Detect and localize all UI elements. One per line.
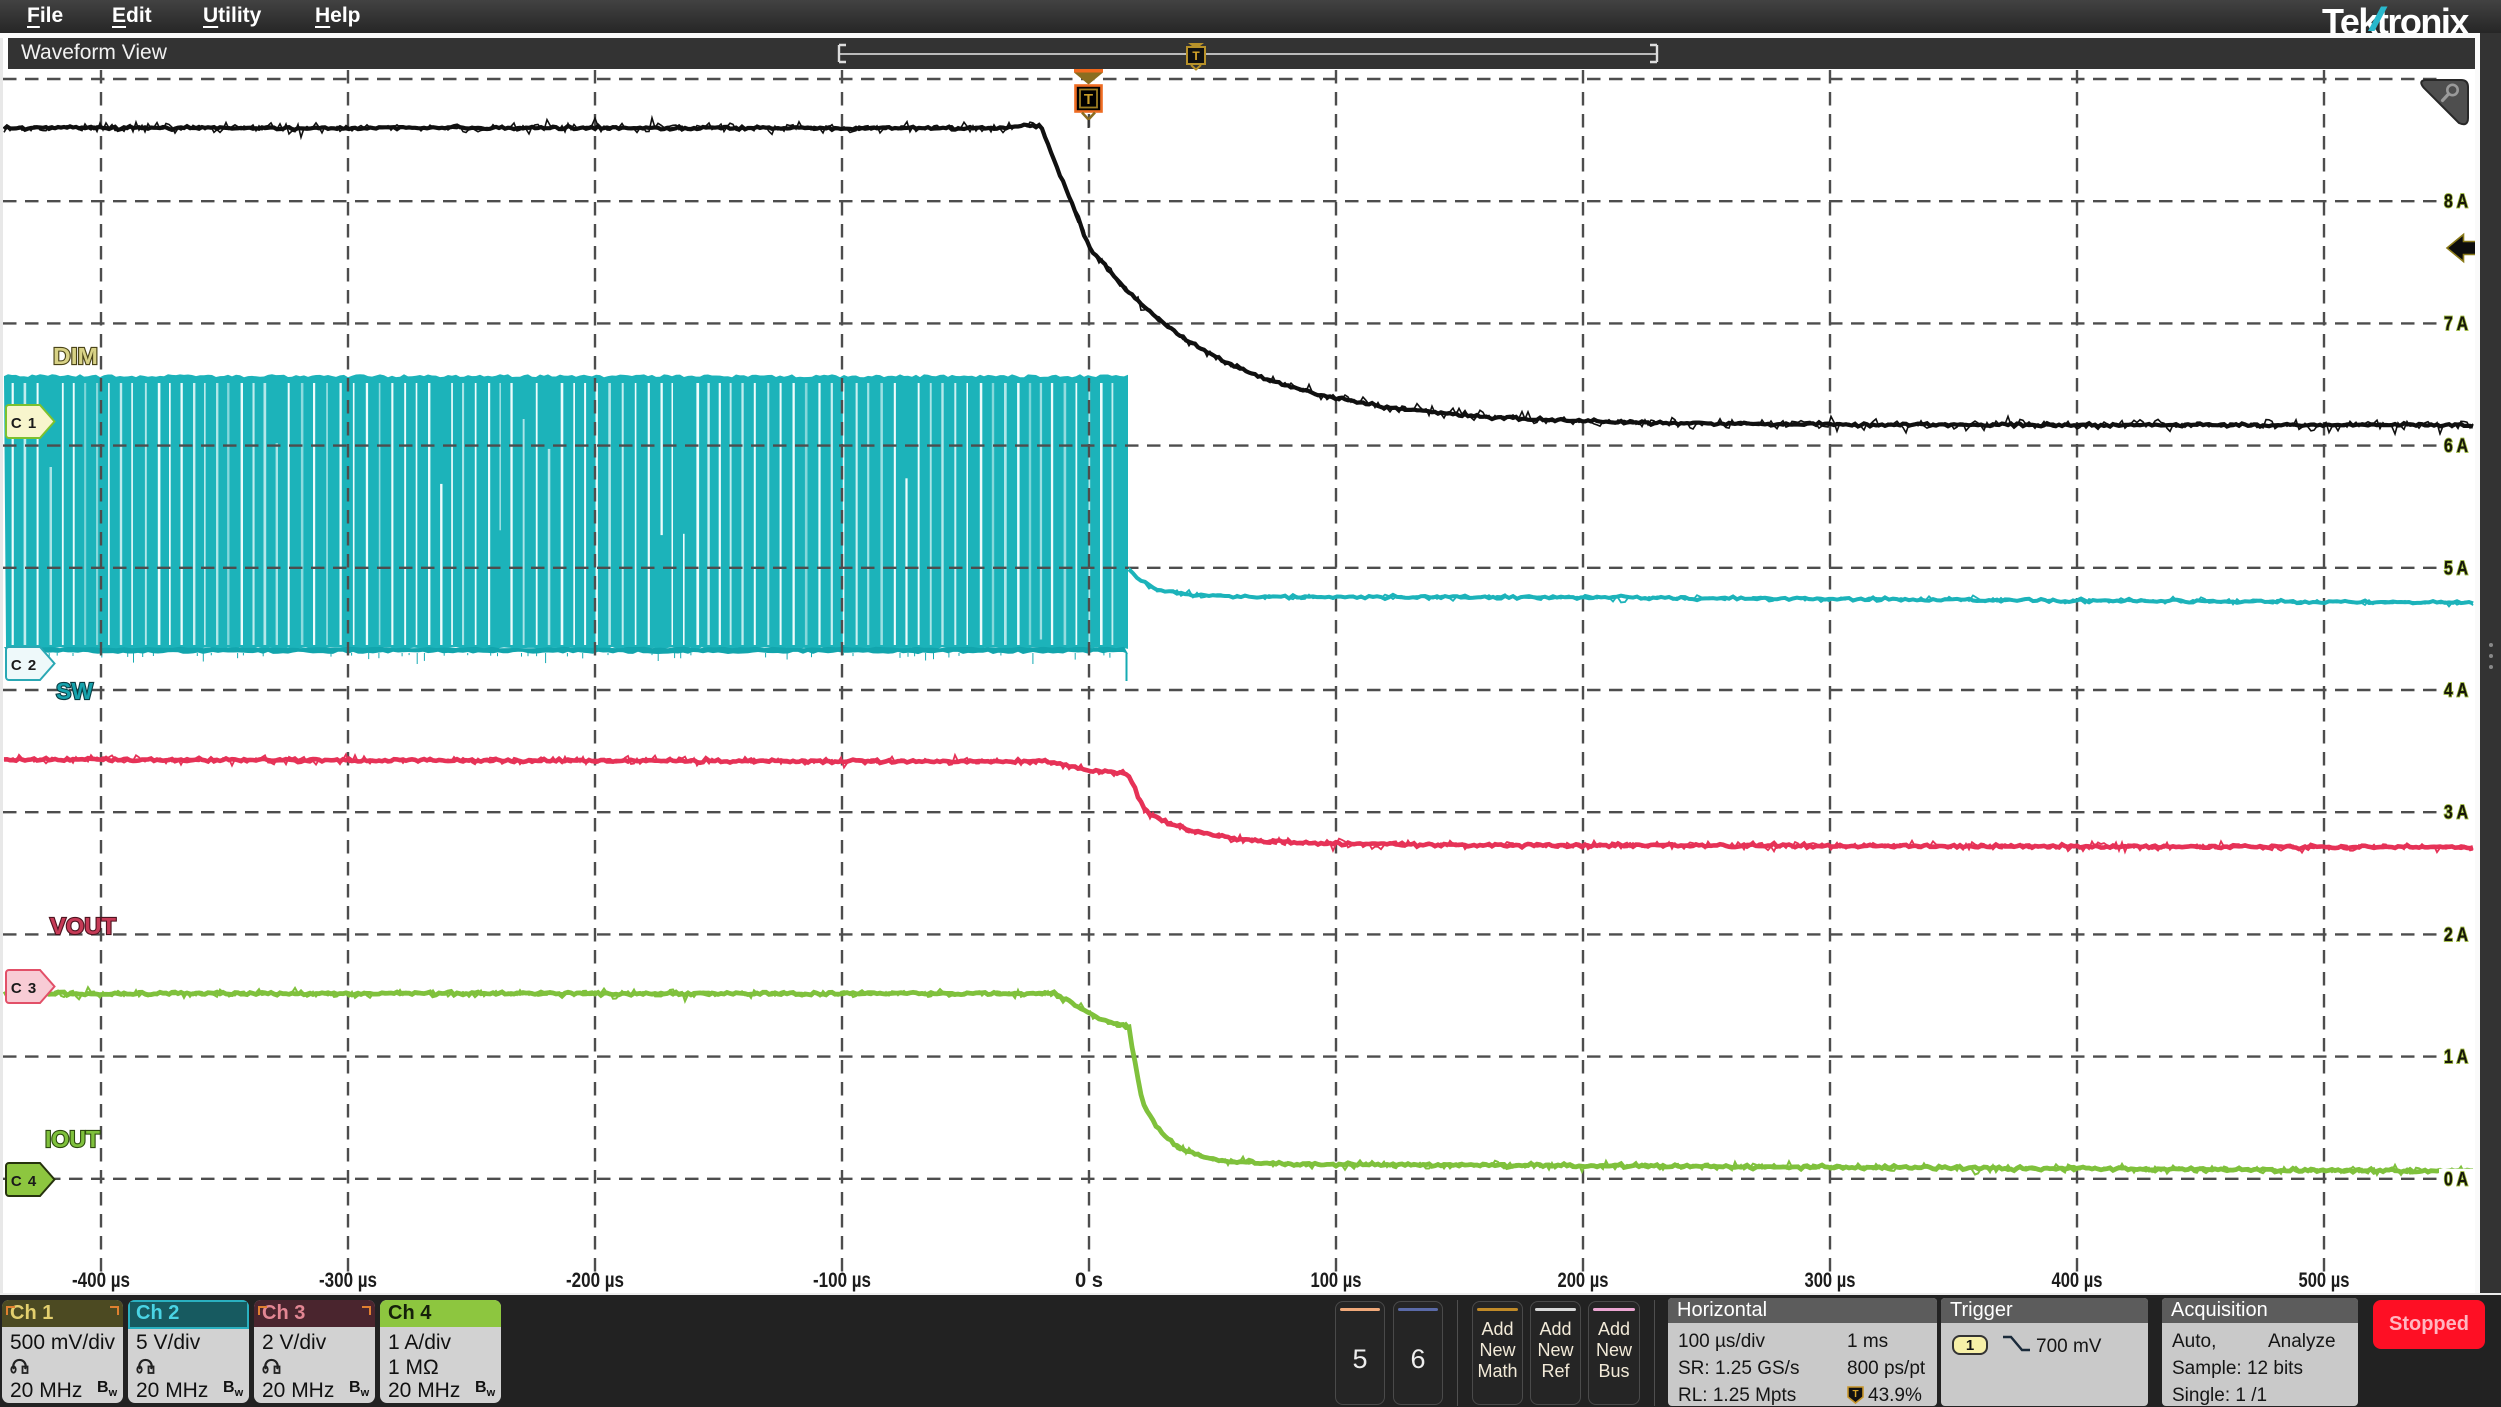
svg-text:3 A: 3 A	[2444, 803, 2468, 824]
svg-text:SW: SW	[56, 678, 93, 704]
svg-text:T: T	[1084, 91, 1093, 108]
svg-text:7 A: 7 A	[2444, 314, 2468, 335]
svg-text:1 A: 1 A	[2444, 1047, 2468, 1068]
svg-text:C 1: C 1	[11, 415, 37, 432]
svg-text:IOUT: IOUT	[45, 1126, 100, 1152]
svg-text:C 4: C 4	[11, 1173, 37, 1190]
svg-text:8 A: 8 A	[2444, 192, 2468, 213]
svg-text:DIM: DIM	[53, 343, 98, 369]
svg-text:0 A: 0 A	[2444, 1169, 2468, 1190]
svg-text:-300 µs: -300 µs	[319, 1269, 377, 1292]
svg-text:100 µs: 100 µs	[1311, 1269, 1362, 1292]
svg-text:T: T	[1192, 49, 1200, 63]
svg-text:300 µs: 300 µs	[1805, 1269, 1856, 1292]
svg-text:200 µs: 200 µs	[1558, 1269, 1609, 1292]
svg-text:-400 µs: -400 µs	[72, 1269, 130, 1292]
svg-text:C 3: C 3	[11, 980, 37, 997]
svg-text:-200 µs: -200 µs	[566, 1269, 624, 1292]
svg-text:6 A: 6 A	[2444, 436, 2468, 457]
svg-text:VOUT: VOUT	[50, 913, 116, 939]
svg-text:2 A: 2 A	[2444, 925, 2468, 946]
svg-text:T: T	[1852, 1389, 1858, 1400]
svg-text:4 A: 4 A	[2444, 681, 2468, 702]
svg-text:5 A: 5 A	[2444, 558, 2468, 579]
svg-text:400 µs: 400 µs	[2052, 1269, 2103, 1292]
svg-text:0 s: 0 s	[1075, 1269, 1103, 1292]
svg-text:-100 µs: -100 µs	[813, 1269, 871, 1292]
svg-text:500 µs: 500 µs	[2299, 1269, 2350, 1292]
svg-text:C 2: C 2	[11, 657, 37, 674]
